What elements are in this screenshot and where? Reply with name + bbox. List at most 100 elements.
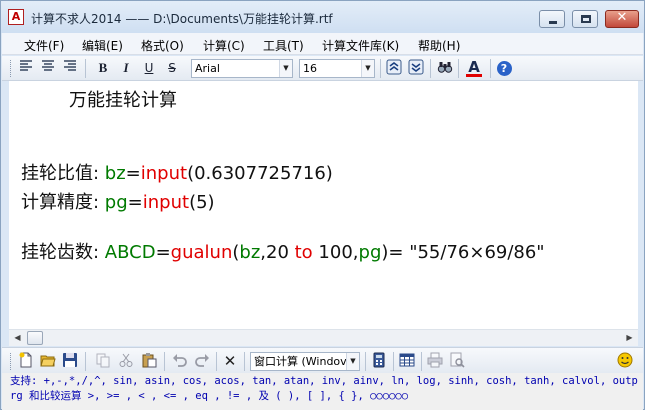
font-size-value: 16 xyxy=(303,62,317,75)
toolbar-separator xyxy=(216,352,217,371)
delete-icon[interactable]: ✕ xyxy=(221,352,239,370)
copy-icon[interactable] xyxy=(94,352,112,370)
font-name-select[interactable]: Arial ▼ xyxy=(191,59,293,78)
app-window: A 计算不求人2014 —— D:\Documents\万能挂轮计算.rtf ✕… xyxy=(0,0,645,410)
close-button[interactable]: ✕ xyxy=(605,10,639,28)
font-color-swatch xyxy=(466,74,482,77)
print-icon[interactable] xyxy=(426,352,444,370)
scroll-left-icon[interactable]: ◀ xyxy=(9,330,26,346)
ratio-fn: input xyxy=(140,163,188,184)
title-bar[interactable]: A 计算不求人2014 —— D:\Documents\万能挂轮计算.rtf ✕ xyxy=(1,1,644,33)
toolbar-separator xyxy=(458,59,459,78)
menu-file[interactable]: 文件(F) xyxy=(24,37,64,54)
align-right-icon[interactable] xyxy=(61,59,79,77)
precision-fn: input xyxy=(142,192,190,213)
minimize-icon xyxy=(549,21,557,24)
maximize-button[interactable] xyxy=(572,10,598,28)
teeth-var: ABCD xyxy=(104,242,156,263)
precision-var: pg xyxy=(104,192,128,213)
increase-font-icon[interactable] xyxy=(385,59,403,77)
menu-calculate[interactable]: 计算(C) xyxy=(203,37,245,54)
precision-args: (5) xyxy=(189,192,215,213)
precision-eq: = xyxy=(127,192,143,213)
teeth-arg-pg: pg xyxy=(358,242,382,263)
minimize-button[interactable] xyxy=(539,10,565,28)
ratio-args: (0.6307725716) xyxy=(187,163,333,184)
menu-tools[interactable]: 工具(T) xyxy=(263,37,304,54)
document-editor[interactable]: 万能挂轮计算 挂轮比值: bz=input(0.6307725716) 计算精度… xyxy=(9,81,638,329)
teeth-arg-bz: bz xyxy=(239,242,261,263)
teeth-arg-100: 100, xyxy=(312,242,359,263)
smiley-icon[interactable] xyxy=(616,352,634,370)
toolbar-grip[interactable] xyxy=(10,353,13,370)
line-ratio: 挂轮比值: bz=input(0.6307725716) xyxy=(21,159,333,185)
scroll-thumb[interactable] xyxy=(27,331,43,345)
toolbar-separator xyxy=(490,59,491,78)
ratio-var: bz xyxy=(104,163,126,184)
font-name-value: Arial xyxy=(195,62,220,75)
calc-window-value: 窗口计算 (Windov xyxy=(254,355,347,368)
maximize-icon xyxy=(581,15,591,23)
font-color-button[interactable]: A xyxy=(465,59,483,77)
toolbar-separator xyxy=(421,352,422,371)
align-left-icon[interactable] xyxy=(17,59,35,77)
decrease-font-icon[interactable] xyxy=(407,59,425,77)
redo-icon[interactable] xyxy=(193,352,211,370)
cut-icon[interactable] xyxy=(117,352,135,370)
toolbar-separator xyxy=(85,59,86,78)
teeth-label: 挂轮齿数: xyxy=(21,242,105,263)
new-file-icon[interactable] xyxy=(17,352,35,370)
open-folder-icon[interactable] xyxy=(39,352,57,370)
toolbar-separator xyxy=(393,352,394,371)
bold-button[interactable]: B xyxy=(94,59,112,77)
toolbar-separator xyxy=(244,352,245,371)
chevron-down-icon[interactable]: ▼ xyxy=(361,60,374,77)
horizontal-scrollbar[interactable]: ◀ ▶ xyxy=(9,329,638,346)
find-icon[interactable] xyxy=(436,59,454,77)
paste-icon[interactable] xyxy=(140,352,158,370)
teeth-keyword-to: to xyxy=(294,242,313,263)
help-icon[interactable]: ? xyxy=(495,59,513,77)
menu-edit[interactable]: 编辑(E) xyxy=(82,37,123,54)
teeth-close: )= xyxy=(381,242,410,263)
chevron-down-icon[interactable]: ▼ xyxy=(279,60,292,77)
precision-label: 计算精度: xyxy=(21,192,105,213)
strikethrough-button[interactable]: S xyxy=(163,59,181,77)
table-icon[interactable] xyxy=(398,352,416,370)
font-size-select[interactable]: 16 ▼ xyxy=(299,59,375,78)
help-bar: 支持: +,-,*,/,^, sin, asin, cos, acos, tan… xyxy=(2,373,643,410)
underline-button[interactable]: U xyxy=(140,59,158,77)
ratio-eq: = xyxy=(125,163,141,184)
supported-functions-text: 支持: +,-,*,/,^, sin, asin, cos, acos, tan… xyxy=(10,375,638,402)
close-icon: ✕ xyxy=(616,10,628,25)
document-heading: 万能挂轮计算 xyxy=(69,90,177,111)
line-precision: 计算精度: pg=input(5) xyxy=(21,188,215,214)
toolbar-separator xyxy=(164,352,165,371)
teeth-fn: gualun xyxy=(170,242,233,263)
standard-toolbar: ✕ 窗口计算 (Windov ▼ xyxy=(2,347,643,373)
app-icon[interactable]: A xyxy=(8,9,24,25)
help-glyph: ? xyxy=(496,61,512,76)
toolbar-separator xyxy=(365,352,366,371)
undo-icon[interactable] xyxy=(171,352,189,370)
italic-button[interactable]: I xyxy=(117,59,135,77)
calc-window-select[interactable]: 窗口计算 (Windov ▼ xyxy=(250,352,360,371)
menu-calc-library[interactable]: 计算文件库(K) xyxy=(322,37,399,54)
menu-format[interactable]: 格式(O) xyxy=(141,37,184,54)
print-preview-icon[interactable] xyxy=(448,352,466,370)
teeth-eq: = xyxy=(155,242,171,263)
toolbar-separator xyxy=(85,352,86,371)
teeth-result: "55/76×69/86" xyxy=(409,242,545,263)
line-gear-teeth: 挂轮齿数: ABCD=gualun(bz,20 to 100,pg)= "55/… xyxy=(21,238,545,264)
teeth-arg-20: ,20 xyxy=(260,242,295,263)
format-toolbar: B I U S Arial ▼ 16 ▼ A ? xyxy=(2,56,643,81)
chevron-down-icon[interactable]: ▼ xyxy=(346,353,359,370)
toolbar-grip[interactable] xyxy=(10,60,13,77)
save-icon[interactable] xyxy=(61,352,79,370)
calculator-icon[interactable] xyxy=(370,352,388,370)
align-center-icon[interactable] xyxy=(39,59,57,77)
menu-help[interactable]: 帮助(H) xyxy=(418,37,460,54)
ratio-label: 挂轮比值: xyxy=(21,163,105,184)
menu-bar: 文件(F) 编辑(E) 格式(O) 计算(C) 工具(T) 计算文件库(K) 帮… xyxy=(2,33,643,55)
scroll-right-icon[interactable]: ▶ xyxy=(621,330,638,346)
